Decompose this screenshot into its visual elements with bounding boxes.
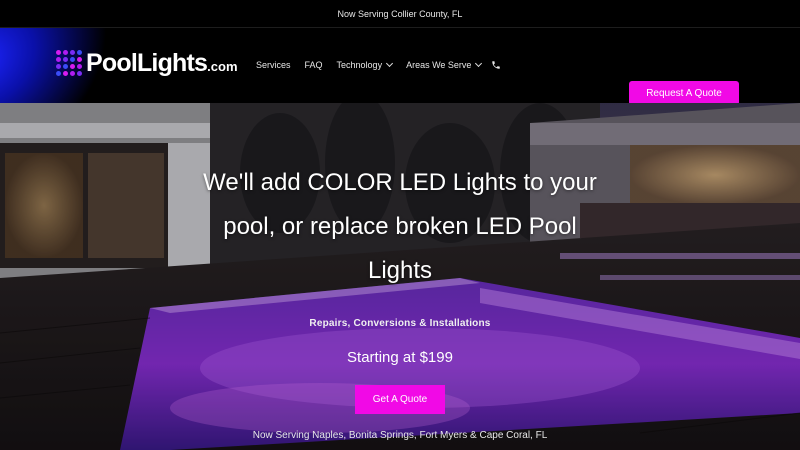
logo-dot bbox=[63, 71, 68, 76]
request-quote-button[interactable]: Request A Quote bbox=[629, 81, 739, 103]
logo-dot bbox=[77, 71, 82, 76]
main-nav: Services FAQ Technology Areas We Serve bbox=[256, 59, 501, 70]
announcement-text: Now Serving Collier County, FL bbox=[337, 8, 463, 19]
logo-dot bbox=[70, 64, 75, 69]
logo-dot bbox=[70, 50, 75, 55]
get-quote-label: Get A Quote bbox=[372, 394, 428, 405]
nav-services[interactable]: Services bbox=[256, 60, 291, 70]
chevron-down-icon bbox=[475, 59, 483, 67]
logo-dot bbox=[63, 57, 68, 62]
logo-dot bbox=[56, 71, 61, 76]
logo-dot bbox=[70, 57, 75, 62]
get-quote-button[interactable]: Get A Quote bbox=[355, 385, 445, 414]
logo[interactable]: PoolLights.com bbox=[56, 50, 238, 76]
logo-suffix: .com bbox=[207, 58, 238, 74]
nav-areas-we-serve[interactable]: Areas We Serve bbox=[406, 59, 483, 70]
logo-dot bbox=[63, 64, 68, 69]
nav-services-label: Services bbox=[256, 59, 291, 70]
hero-section: We'll add COLOR LED Lights to your pool,… bbox=[0, 103, 800, 450]
nav-technology-label: Technology bbox=[336, 59, 383, 70]
nav-faq-label: FAQ bbox=[304, 59, 323, 70]
site-header: PoolLights.com Services FAQ Technology A… bbox=[0, 28, 800, 103]
logo-dot bbox=[77, 64, 82, 69]
nav-areas-label: Areas We Serve bbox=[406, 59, 472, 70]
hero-subheading: Repairs, Conversions & Installations bbox=[309, 318, 491, 329]
logo-dot bbox=[56, 50, 61, 55]
logo-dot bbox=[77, 50, 82, 55]
logo-dot bbox=[56, 57, 61, 62]
logo-dot bbox=[56, 64, 61, 69]
nav-technology[interactable]: Technology bbox=[336, 59, 394, 70]
announcement-bar: Now Serving Collier County, FL bbox=[0, 0, 800, 28]
phone-icon[interactable] bbox=[491, 60, 501, 70]
logo-text: PoolLights.com bbox=[86, 48, 238, 77]
hero-price: Starting at $199 bbox=[347, 349, 453, 366]
hero-headline: We'll add COLOR LED Lights to your pool,… bbox=[203, 169, 597, 284]
logo-dots-icon bbox=[56, 50, 82, 76]
logo-dot bbox=[77, 57, 82, 62]
service-areas: Now Serving Naples, Bonita Springs, Fort… bbox=[252, 430, 548, 441]
request-quote-label: Request A Quote bbox=[646, 87, 722, 99]
logo-dot bbox=[63, 50, 68, 55]
logo-dot bbox=[70, 71, 75, 76]
nav-faq[interactable]: FAQ bbox=[305, 60, 323, 70]
logo-wordmark: PoolLights bbox=[86, 48, 208, 77]
chevron-down-icon bbox=[386, 59, 394, 67]
